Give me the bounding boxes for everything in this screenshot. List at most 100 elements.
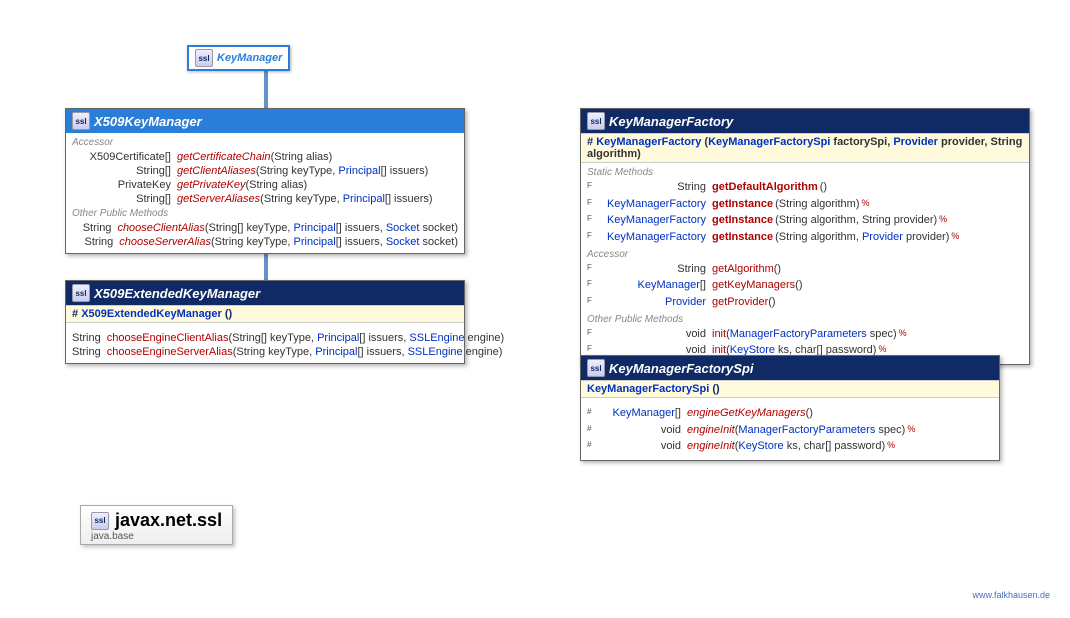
header-x509extended[interactable]: ssl X509ExtendedKeyManager — [66, 281, 464, 305]
constructor-args: () — [222, 308, 232, 320]
method-row[interactable]: F KeyManagerFactory getInstance (String … — [581, 197, 1029, 214]
return-type: void — [597, 440, 687, 455]
method-row[interactable]: String chooseEngineClientAlias (String[]… — [66, 331, 464, 345]
modifier: F — [587, 296, 597, 311]
return-type: void — [597, 328, 712, 343]
package-box: ssl javax.net.ssl java.base — [80, 505, 233, 545]
constructor-name[interactable]: X509ExtendedKeyManager — [81, 308, 222, 320]
ssl-icon: ssl — [72, 112, 90, 130]
modifier: # — [587, 424, 597, 439]
class-title: KeyManagerFactory — [609, 114, 733, 129]
modifier: F — [587, 279, 597, 294]
return-type: String — [597, 181, 712, 196]
header-x509keymanager[interactable]: ssl X509KeyManager — [66, 109, 464, 133]
method-row[interactable]: F KeyManager[] getKeyManagers () — [581, 278, 1029, 295]
method-row[interactable]: PrivateKey getPrivateKey (String alias) — [66, 178, 464, 192]
connector-vert-1 — [264, 70, 268, 110]
return-type: void — [597, 424, 687, 439]
method-row[interactable]: String chooseEngineServerAlias (String k… — [66, 345, 464, 359]
modifier: F — [587, 181, 597, 196]
method-name[interactable]: engineGetKeyManagers — [687, 407, 806, 422]
return-type: KeyManagerFactory — [597, 231, 712, 246]
return-type: String — [72, 346, 107, 358]
section-static: Static Methods — [581, 165, 1029, 180]
method-row[interactable]: X509Certificate[] getCertificateChain (S… — [66, 150, 464, 164]
modifier: # — [72, 308, 78, 320]
return-type: KeyManagerFactory — [597, 198, 712, 213]
modifier — [72, 193, 82, 205]
method-row[interactable]: # void engineInit (KeyStore ks, char[] p… — [581, 439, 999, 456]
method-name[interactable]: engineInit — [687, 440, 735, 455]
method-name[interactable]: getInstance — [712, 198, 775, 213]
method-row[interactable]: String chooseServerAlias (String keyType… — [66, 235, 464, 249]
return-type: String — [72, 332, 107, 344]
class-title: X509ExtendedKeyManager — [94, 286, 260, 301]
method-name[interactable]: getClientAliases — [177, 165, 256, 177]
footer-link[interactable]: www.falkhausen.de — [972, 590, 1050, 600]
class-title: X509KeyManager — [94, 114, 202, 129]
method-row[interactable]: String[] getClientAliases (String keyTyp… — [66, 164, 464, 178]
modifier: F — [587, 231, 597, 246]
constructor-name[interactable]: KeyManagerFactorySpi — [587, 383, 709, 395]
method-row[interactable]: # KeyManager[] engineGetKeyManagers () — [581, 406, 999, 423]
method-row[interactable]: F KeyManagerFactory getInstance (String … — [581, 230, 1029, 247]
ssl-icon: ssl — [587, 112, 605, 130]
interface-keymanager[interactable]: ssl KeyManager — [187, 45, 290, 71]
box-x509keymanager: ssl X509KeyManager Accessor X509Certific… — [65, 108, 465, 254]
method-name[interactable]: getServerAliases — [177, 193, 260, 205]
method-row[interactable]: F String getDefaultAlgorithm () — [581, 180, 1029, 197]
method-name[interactable]: getAlgorithm — [712, 263, 774, 278]
method-row[interactable]: F Provider getProvider () — [581, 295, 1029, 312]
box-keymanagerfactory: ssl KeyManagerFactory # KeyManagerFactor… — [580, 108, 1030, 365]
method-name[interactable]: chooseServerAlias — [119, 236, 211, 248]
interface-label: KeyManager — [217, 52, 282, 64]
package-module: java.base — [91, 531, 222, 542]
section-other: Other Public Methods — [66, 206, 464, 221]
return-type: PrivateKey — [82, 179, 177, 191]
method-row[interactable]: String[] getServerAliases (String keyTyp… — [66, 192, 464, 206]
return-type: String — [597, 263, 712, 278]
constructor-row: KeyManagerFactorySpi () — [581, 380, 999, 398]
box-keymanagerfactoryspi: ssl KeyManagerFactorySpi KeyManagerFacto… — [580, 355, 1000, 461]
method-name[interactable]: chooseClientAlias — [117, 222, 204, 234]
method-name[interactable]: getKeyManagers — [712, 279, 795, 294]
modifier: F — [587, 328, 597, 343]
box-x509extended: ssl X509ExtendedKeyManager # X509Extende… — [65, 280, 465, 364]
ssl-icon: ssl — [91, 512, 109, 530]
constructor-args: () — [709, 383, 719, 395]
header-keymanagerfactory[interactable]: ssl KeyManagerFactory — [581, 109, 1029, 133]
ssl-icon: ssl — [587, 359, 605, 377]
method-name[interactable]: getProvider — [712, 296, 768, 311]
method-row[interactable]: F String getAlgorithm () — [581, 262, 1029, 279]
return-type: X509Certificate[] — [82, 151, 177, 163]
method-name[interactable]: getInstance — [712, 231, 775, 246]
method-name[interactable]: getInstance — [712, 214, 775, 229]
constructor-name[interactable]: KeyManagerFactory — [596, 136, 701, 148]
method-row[interactable]: # void engineInit (ManagerFactoryParamet… — [581, 423, 999, 440]
method-row[interactable]: String chooseClientAlias (String[] keyTy… — [66, 221, 464, 235]
return-type: Provider — [597, 296, 712, 311]
package-name: javax.net.ssl — [115, 510, 222, 531]
ssl-icon: ssl — [195, 49, 213, 67]
modifier — [72, 151, 82, 163]
method-name[interactable]: getCertificateChain — [177, 151, 271, 163]
method-name[interactable]: getDefaultAlgorithm — [712, 181, 820, 196]
modifier — [72, 179, 82, 191]
header-keymanagerfactoryspi[interactable]: ssl KeyManagerFactorySpi — [581, 356, 999, 380]
return-type: String[] — [82, 165, 177, 177]
method-name[interactable]: engineInit — [687, 424, 735, 439]
method-row[interactable]: F void init (ManagerFactoryParameters sp… — [581, 327, 1029, 344]
modifier: F — [587, 198, 597, 213]
return-type: KeyManager[] — [597, 407, 687, 422]
ssl-icon: ssl — [72, 284, 90, 302]
section-accessor: Accessor — [66, 135, 464, 150]
method-name[interactable]: chooseEngineServerAlias — [107, 346, 233, 358]
method-row[interactable]: F KeyManagerFactory getInstance (String … — [581, 213, 1029, 230]
method-name[interactable]: chooseEngineClientAlias — [107, 332, 229, 344]
modifier: # — [587, 407, 597, 422]
return-type: String[] — [82, 193, 177, 205]
method-name[interactable]: getPrivateKey — [177, 179, 245, 191]
method-name[interactable]: init — [712, 328, 726, 343]
return-type: KeyManagerFactory — [597, 214, 712, 229]
constructor-row: # KeyManagerFactory (KeyManagerFactorySp… — [581, 133, 1029, 163]
